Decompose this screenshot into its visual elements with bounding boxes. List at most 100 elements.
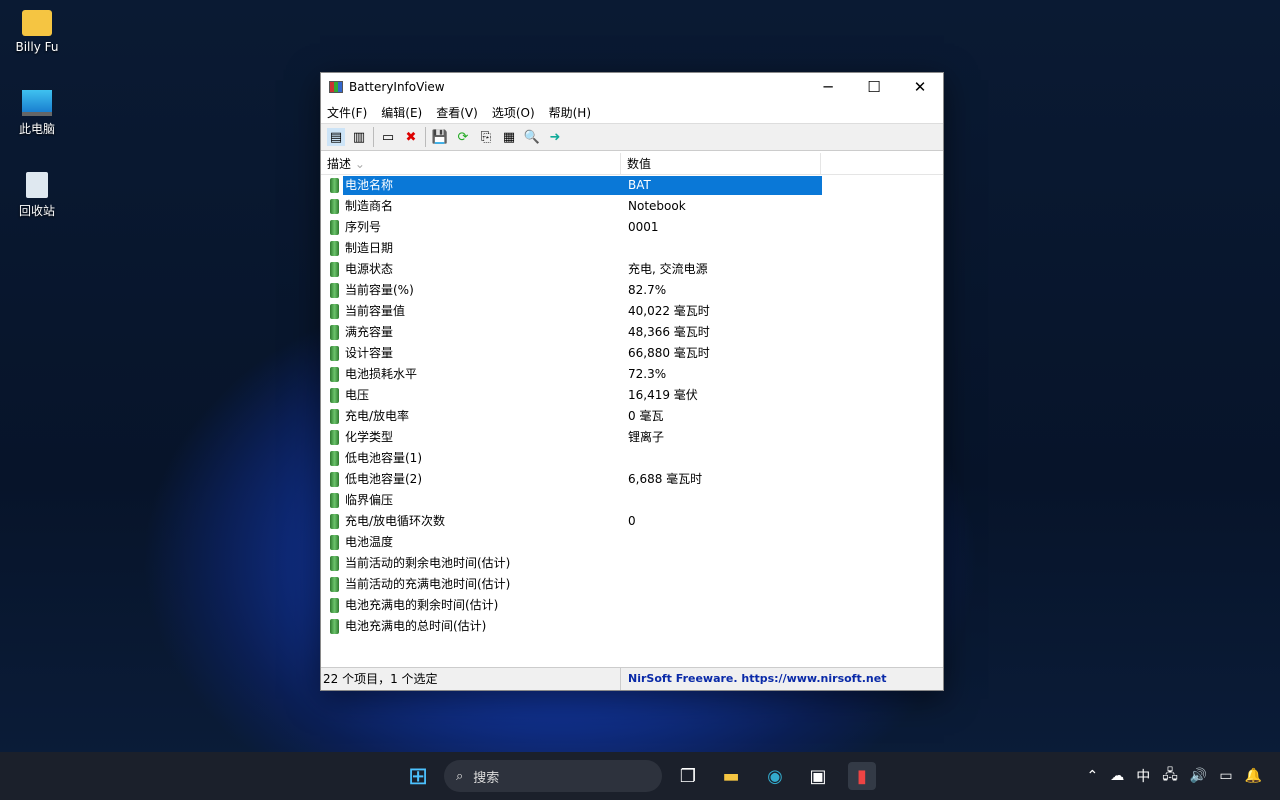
refresh-icon[interactable]: ⟳ — [454, 128, 472, 146]
row-description: 电池损耗水平 — [343, 365, 622, 384]
list-row[interactable]: 当前活动的剩余电池时间(估计) — [321, 553, 943, 574]
battery-icon — [330, 241, 339, 256]
list-row[interactable]: 电池充满电的剩余时间(估计) — [321, 595, 943, 616]
edge-icon[interactable]: ◉ — [761, 762, 789, 790]
exit-icon[interactable]: ➜ — [546, 128, 564, 146]
close-button[interactable]: ✕ — [897, 78, 943, 96]
row-description: 低电池容量(1) — [343, 449, 622, 468]
title-bar: BatteryInfoView ─☐✕ — [321, 73, 943, 101]
desktop-icon-label: Billy Fu — [15, 40, 58, 54]
desktop-icon-user-folder[interactable]: Billy Fu — [8, 10, 66, 54]
properties-icon[interactable]: ▤ — [327, 128, 345, 146]
row-value: 82.7% — [622, 281, 822, 300]
list-row[interactable]: 电池损耗水平72.3% — [321, 364, 943, 385]
row-description: 电池名称 — [343, 176, 622, 195]
list-row[interactable]: 当前容量(%)82.7% — [321, 280, 943, 301]
onedrive-icon[interactable]: ☁ — [1110, 768, 1124, 784]
column-header-value[interactable]: 数值 — [621, 153, 821, 174]
list-row[interactable]: 电池温度 — [321, 532, 943, 553]
battery-icon[interactable]: ▭ — [1219, 768, 1232, 784]
copy-icon[interactable]: ⎘ — [477, 128, 495, 146]
delete-icon[interactable]: ✖ — [402, 128, 420, 146]
menu-options[interactable]: 选项(O) — [492, 104, 535, 121]
batteryinfoview-taskbar-icon[interactable]: ▮ — [848, 762, 876, 790]
window-title: BatteryInfoView — [349, 80, 445, 94]
list-row[interactable]: 电源状态充电, 交流电源 — [321, 259, 943, 280]
list-row[interactable]: 低电池容量(2)6,688 毫瓦时 — [321, 469, 943, 490]
row-value — [622, 575, 822, 594]
list-row[interactable]: 制造商名Notebook — [321, 196, 943, 217]
taskbar: ⊞ ⌕搜索 ❐ ▬ ◉ ▣ ▮ ⌃ ☁ 中 🖧 🔊 ▭ 🔔 — [0, 752, 1280, 800]
row-description: 当前活动的剩余电池时间(估计) — [343, 554, 622, 573]
start-icon[interactable]: ⊞ — [404, 762, 432, 790]
battery-icon — [330, 598, 339, 613]
list-row[interactable]: 序列号0001 — [321, 217, 943, 238]
row-value: 0 — [622, 512, 822, 531]
row-value: 6,688 毫瓦时 — [622, 470, 822, 489]
row-value — [622, 449, 822, 468]
battery-icon — [330, 304, 339, 319]
row-value: 72.3% — [622, 365, 822, 384]
desktop-icon-recycle-bin[interactable]: 回收站 — [8, 172, 66, 219]
desktop-icon-label: 此电脑 — [19, 122, 55, 136]
menu-view[interactable]: 查看(V) — [436, 104, 478, 121]
volume-icon[interactable]: 🔊 — [1190, 768, 1207, 784]
row-value: 0 毫瓦 — [622, 407, 822, 426]
list-row[interactable]: 制造日期 — [321, 238, 943, 259]
battery-icon — [330, 283, 339, 298]
list-row[interactable]: 充电/放电循环次数0 — [321, 511, 943, 532]
nirsoft-link[interactable]: NirSoft Freeware. https://www.nirsoft.ne… — [621, 668, 886, 690]
report-icon[interactable]: ▥ — [350, 128, 368, 146]
ime-indicator[interactable]: 中 — [1136, 766, 1150, 786]
list-row[interactable]: 设计容量66,880 毫瓦时 — [321, 343, 943, 364]
row-value: 充电, 交流电源 — [622, 260, 822, 279]
list-row[interactable]: 电池充满电的总时间(估计) — [321, 616, 943, 637]
battery-icon — [330, 220, 339, 235]
battery-icon — [330, 199, 339, 214]
list-row[interactable]: 化学类型锂离子 — [321, 427, 943, 448]
window-icon[interactable]: ▭ — [379, 128, 397, 146]
store-icon[interactable]: ▣ — [804, 762, 832, 790]
minimize-button[interactable]: ─ — [805, 78, 851, 96]
save-icon[interactable]: 💾 — [431, 128, 449, 146]
html-report-icon[interactable]: ▦ — [500, 128, 518, 146]
menu-bar: 文件(F) 编辑(E) 查看(V) 选项(O) 帮助(H) — [321, 101, 943, 123]
notification-bell-icon[interactable]: 🔔 — [1245, 768, 1262, 784]
list-row[interactable]: 满充容量48,366 毫瓦时 — [321, 322, 943, 343]
row-description: 充电/放电率 — [343, 407, 622, 426]
toolbar: ▤ ▥ ▭ ✖ 💾 ⟳ ⎘ ▦ 🔍 ➜ — [321, 123, 943, 151]
chevron-up-icon[interactable]: ⌃ — [1087, 768, 1099, 784]
list-row[interactable]: 低电池容量(1) — [321, 448, 943, 469]
row-value — [622, 617, 822, 636]
column-header-description[interactable]: 描述 ⌄ — [321, 153, 621, 174]
maximize-button[interactable]: ☐ — [851, 78, 897, 96]
list-row[interactable]: 当前容量值40,022 毫瓦时 — [321, 301, 943, 322]
row-description: 临界偏压 — [343, 491, 622, 510]
list-row[interactable]: 电池名称BAT — [321, 175, 943, 196]
list-row[interactable]: 临界偏压 — [321, 490, 943, 511]
battery-icon — [330, 178, 339, 193]
row-description: 当前容量值 — [343, 302, 622, 321]
list-row[interactable]: 当前活动的充满电池时间(估计) — [321, 574, 943, 595]
row-description: 电源状态 — [343, 260, 622, 279]
row-description: 电池充满电的剩余时间(估计) — [343, 596, 622, 615]
row-description: 制造日期 — [343, 239, 622, 258]
menu-file[interactable]: 文件(F) — [327, 104, 367, 121]
menu-edit[interactable]: 编辑(E) — [381, 104, 422, 121]
desktop-icon-this-pc[interactable]: 此电脑 — [8, 90, 66, 137]
task-view-icon[interactable]: ❐ — [674, 762, 702, 790]
row-value — [622, 533, 822, 552]
list-row[interactable]: 电压16,419 毫伏 — [321, 385, 943, 406]
column-label: 描述 — [327, 157, 351, 171]
row-value: 66,880 毫瓦时 — [622, 344, 822, 363]
find-icon[interactable]: 🔍 — [523, 128, 541, 146]
file-explorer-icon[interactable]: ▬ — [717, 762, 745, 790]
network-icon[interactable]: 🖧 — [1162, 764, 1178, 788]
search-box[interactable]: ⌕搜索 — [444, 760, 662, 792]
row-value: 锂离子 — [622, 428, 822, 447]
row-description: 低电池容量(2) — [343, 470, 622, 489]
desktop-icon-label: 回收站 — [19, 204, 55, 218]
row-description: 序列号 — [343, 218, 622, 237]
menu-help[interactable]: 帮助(H) — [549, 104, 591, 121]
list-row[interactable]: 充电/放电率0 毫瓦 — [321, 406, 943, 427]
